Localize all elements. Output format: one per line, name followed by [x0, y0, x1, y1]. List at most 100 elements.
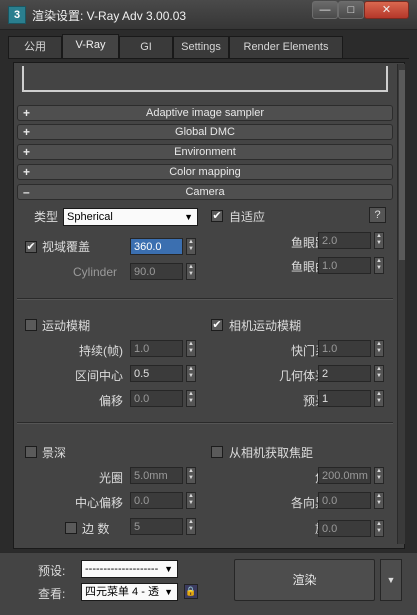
- spinner-arrows-icon[interactable]: ▲ ▼: [186, 365, 196, 382]
- prepass-spinner[interactable]: ▲▼: [318, 390, 385, 407]
- aperture-input[interactable]: [130, 467, 183, 484]
- sides-checkbox[interactable]: [65, 522, 77, 534]
- sides-input[interactable]: [130, 518, 183, 535]
- spinner-arrows-icon[interactable]: ▲ ▼: [186, 467, 196, 484]
- spinner-arrows-icon[interactable]: ▲ ▼: [374, 232, 384, 249]
- spinner-arrows-icon[interactable]: ▲ ▼: [186, 492, 196, 509]
- rollout-adaptive-image-sampler[interactable]: + Adaptive image sampler: [17, 105, 393, 121]
- bias-spinner[interactable]: ▲▼: [130, 390, 197, 407]
- chevron-down-icon: ▼: [164, 587, 173, 597]
- rollout-environment[interactable]: + Environment: [17, 144, 393, 160]
- interval-center-spinner[interactable]: ▲▼: [130, 365, 197, 382]
- dof-label: 景深: [42, 446, 67, 460]
- center-bias-input[interactable]: [130, 492, 183, 509]
- rollout-label: Camera: [185, 186, 225, 198]
- focal-dist-input[interactable]: [318, 467, 371, 484]
- bias-label: 偏移: [98, 394, 123, 408]
- tab-render-elements[interactable]: Render Elements: [229, 36, 343, 58]
- spinner-arrows-icon[interactable]: ▲ ▼: [374, 520, 384, 537]
- fisheye-dist-spinner[interactable]: ▲▼: [318, 232, 385, 249]
- window-title: 渲染设置: V-Ray Adv 3.00.03: [32, 9, 187, 23]
- expand-icon: +: [23, 165, 31, 179]
- panel-scrollbar[interactable]: [397, 64, 405, 544]
- fisheye-dist-input[interactable]: [318, 232, 371, 249]
- minimize-button[interactable]: —: [312, 1, 338, 19]
- render-button[interactable]: 渲染: [234, 559, 375, 601]
- camera-type-value: Spherical: [67, 211, 113, 223]
- aperture-spinner[interactable]: ▲▼: [130, 467, 197, 484]
- view-select[interactable]: 四元菜单 4 - 透 ▼: [81, 583, 178, 601]
- duration-spinner[interactable]: ▲▼: [130, 340, 197, 357]
- fisheye-curve-input[interactable]: [318, 257, 371, 274]
- lock-icon[interactable]: 🔒: [184, 584, 198, 599]
- spinner-arrows-icon[interactable]: ▲ ▼: [186, 238, 196, 255]
- collapsed-rollout-bottom: [22, 66, 388, 92]
- scroll-thumb[interactable]: [399, 70, 405, 260]
- spinner-arrows-icon[interactable]: ▲ ▼: [374, 467, 384, 484]
- spinner-arrows-icon[interactable]: ▲ ▼: [374, 257, 384, 274]
- cylinder-input[interactable]: [130, 263, 183, 280]
- focal-dist-spinner[interactable]: ▲▼: [318, 467, 385, 484]
- spinner-arrows-icon[interactable]: ▲ ▼: [374, 492, 384, 509]
- rotation-input[interactable]: [318, 520, 371, 537]
- rollout-label: Adaptive image sampler: [145, 107, 264, 119]
- rotation-spinner[interactable]: ▲▼: [318, 520, 385, 537]
- prepass-input[interactable]: [318, 390, 371, 407]
- spinner-arrows-icon[interactable]: ▲ ▼: [374, 365, 384, 382]
- spinner-arrows-icon[interactable]: ▲ ▼: [186, 390, 196, 407]
- tab-common[interactable]: 公用: [8, 36, 62, 58]
- geom-samples-spinner[interactable]: ▲▼: [318, 365, 385, 382]
- anisotropy-input[interactable]: [318, 492, 371, 509]
- sides-spinner[interactable]: ▲▼: [130, 518, 197, 535]
- spinner-arrows-icon[interactable]: ▲ ▼: [186, 518, 196, 535]
- shutter-spinner[interactable]: ▲▼: [318, 340, 385, 357]
- camera-type-select[interactable]: Spherical ▼: [63, 208, 198, 226]
- bias-input[interactable]: [130, 390, 183, 407]
- camera-motion-blur-label: 相机运动模糊: [229, 319, 302, 333]
- tab-settings[interactable]: Settings: [173, 36, 229, 58]
- tab-gi[interactable]: GI: [119, 36, 173, 58]
- spinner-arrows-icon[interactable]: ▲ ▼: [186, 340, 196, 357]
- title-bar: 3 渲染设置: V-Ray Adv 3.00.03 — □ ✕: [0, 0, 417, 30]
- maximize-button[interactable]: □: [338, 1, 364, 19]
- preset-select[interactable]: -------------------- ▼: [81, 560, 178, 578]
- get-focal-checkbox[interactable]: [211, 446, 223, 458]
- get-focal-label: 从相机获取焦距: [229, 446, 314, 460]
- duration-input[interactable]: [130, 340, 183, 357]
- center-bias-spinner[interactable]: ▲▼: [130, 492, 197, 509]
- rollout-camera[interactable]: – Camera: [17, 184, 393, 200]
- view-value: 四元菜单 4 - 透: [85, 586, 159, 598]
- auto-fit-checkbox[interactable]: ✔: [211, 210, 223, 222]
- close-button[interactable]: ✕: [364, 1, 409, 19]
- spinner-arrows-icon[interactable]: ▲ ▼: [374, 390, 384, 407]
- type-label: 类型: [34, 210, 59, 224]
- motion-blur-label: 运动模糊: [42, 319, 91, 333]
- tab-vray[interactable]: V-Ray: [62, 34, 119, 59]
- cylinder-spinner[interactable]: ▲▼: [130, 263, 197, 280]
- help-button[interactable]: ?: [369, 207, 386, 223]
- geom-samples-input[interactable]: [318, 365, 371, 382]
- shutter-input[interactable]: [318, 340, 371, 357]
- override-fov-checkbox[interactable]: ✔: [25, 241, 37, 253]
- interval-center-input[interactable]: [130, 365, 183, 382]
- spinner-arrows-icon[interactable]: ▲ ▼: [186, 263, 196, 280]
- chevron-down-icon: ▼: [164, 564, 173, 574]
- spinner-arrows-icon[interactable]: ▲ ▼: [374, 340, 384, 357]
- rollout-global-dmc[interactable]: + Global DMC: [17, 124, 393, 140]
- expand-icon: +: [23, 145, 31, 159]
- fov-input[interactable]: [130, 238, 183, 255]
- anisotropy-spinner[interactable]: ▲▼: [318, 492, 385, 509]
- sides-label: 边 数: [82, 522, 110, 536]
- center-bias-label: 中心偏移: [74, 496, 123, 510]
- render-dropdown-button[interactable]: ▼: [380, 559, 402, 601]
- fov-spinner[interactable]: ▲▼: [130, 238, 197, 255]
- separator: [17, 298, 393, 300]
- camera-motion-blur-checkbox[interactable]: ✔: [211, 319, 223, 331]
- rollout-color-mapping[interactable]: + Color mapping: [17, 164, 393, 180]
- collapse-icon: –: [23, 185, 30, 199]
- dof-checkbox[interactable]: [25, 446, 37, 458]
- fisheye-curve-spinner[interactable]: ▲▼: [318, 257, 385, 274]
- motion-blur-checkbox[interactable]: [25, 319, 37, 331]
- expand-icon: +: [23, 125, 31, 139]
- rollout-label: Global DMC: [175, 126, 235, 138]
